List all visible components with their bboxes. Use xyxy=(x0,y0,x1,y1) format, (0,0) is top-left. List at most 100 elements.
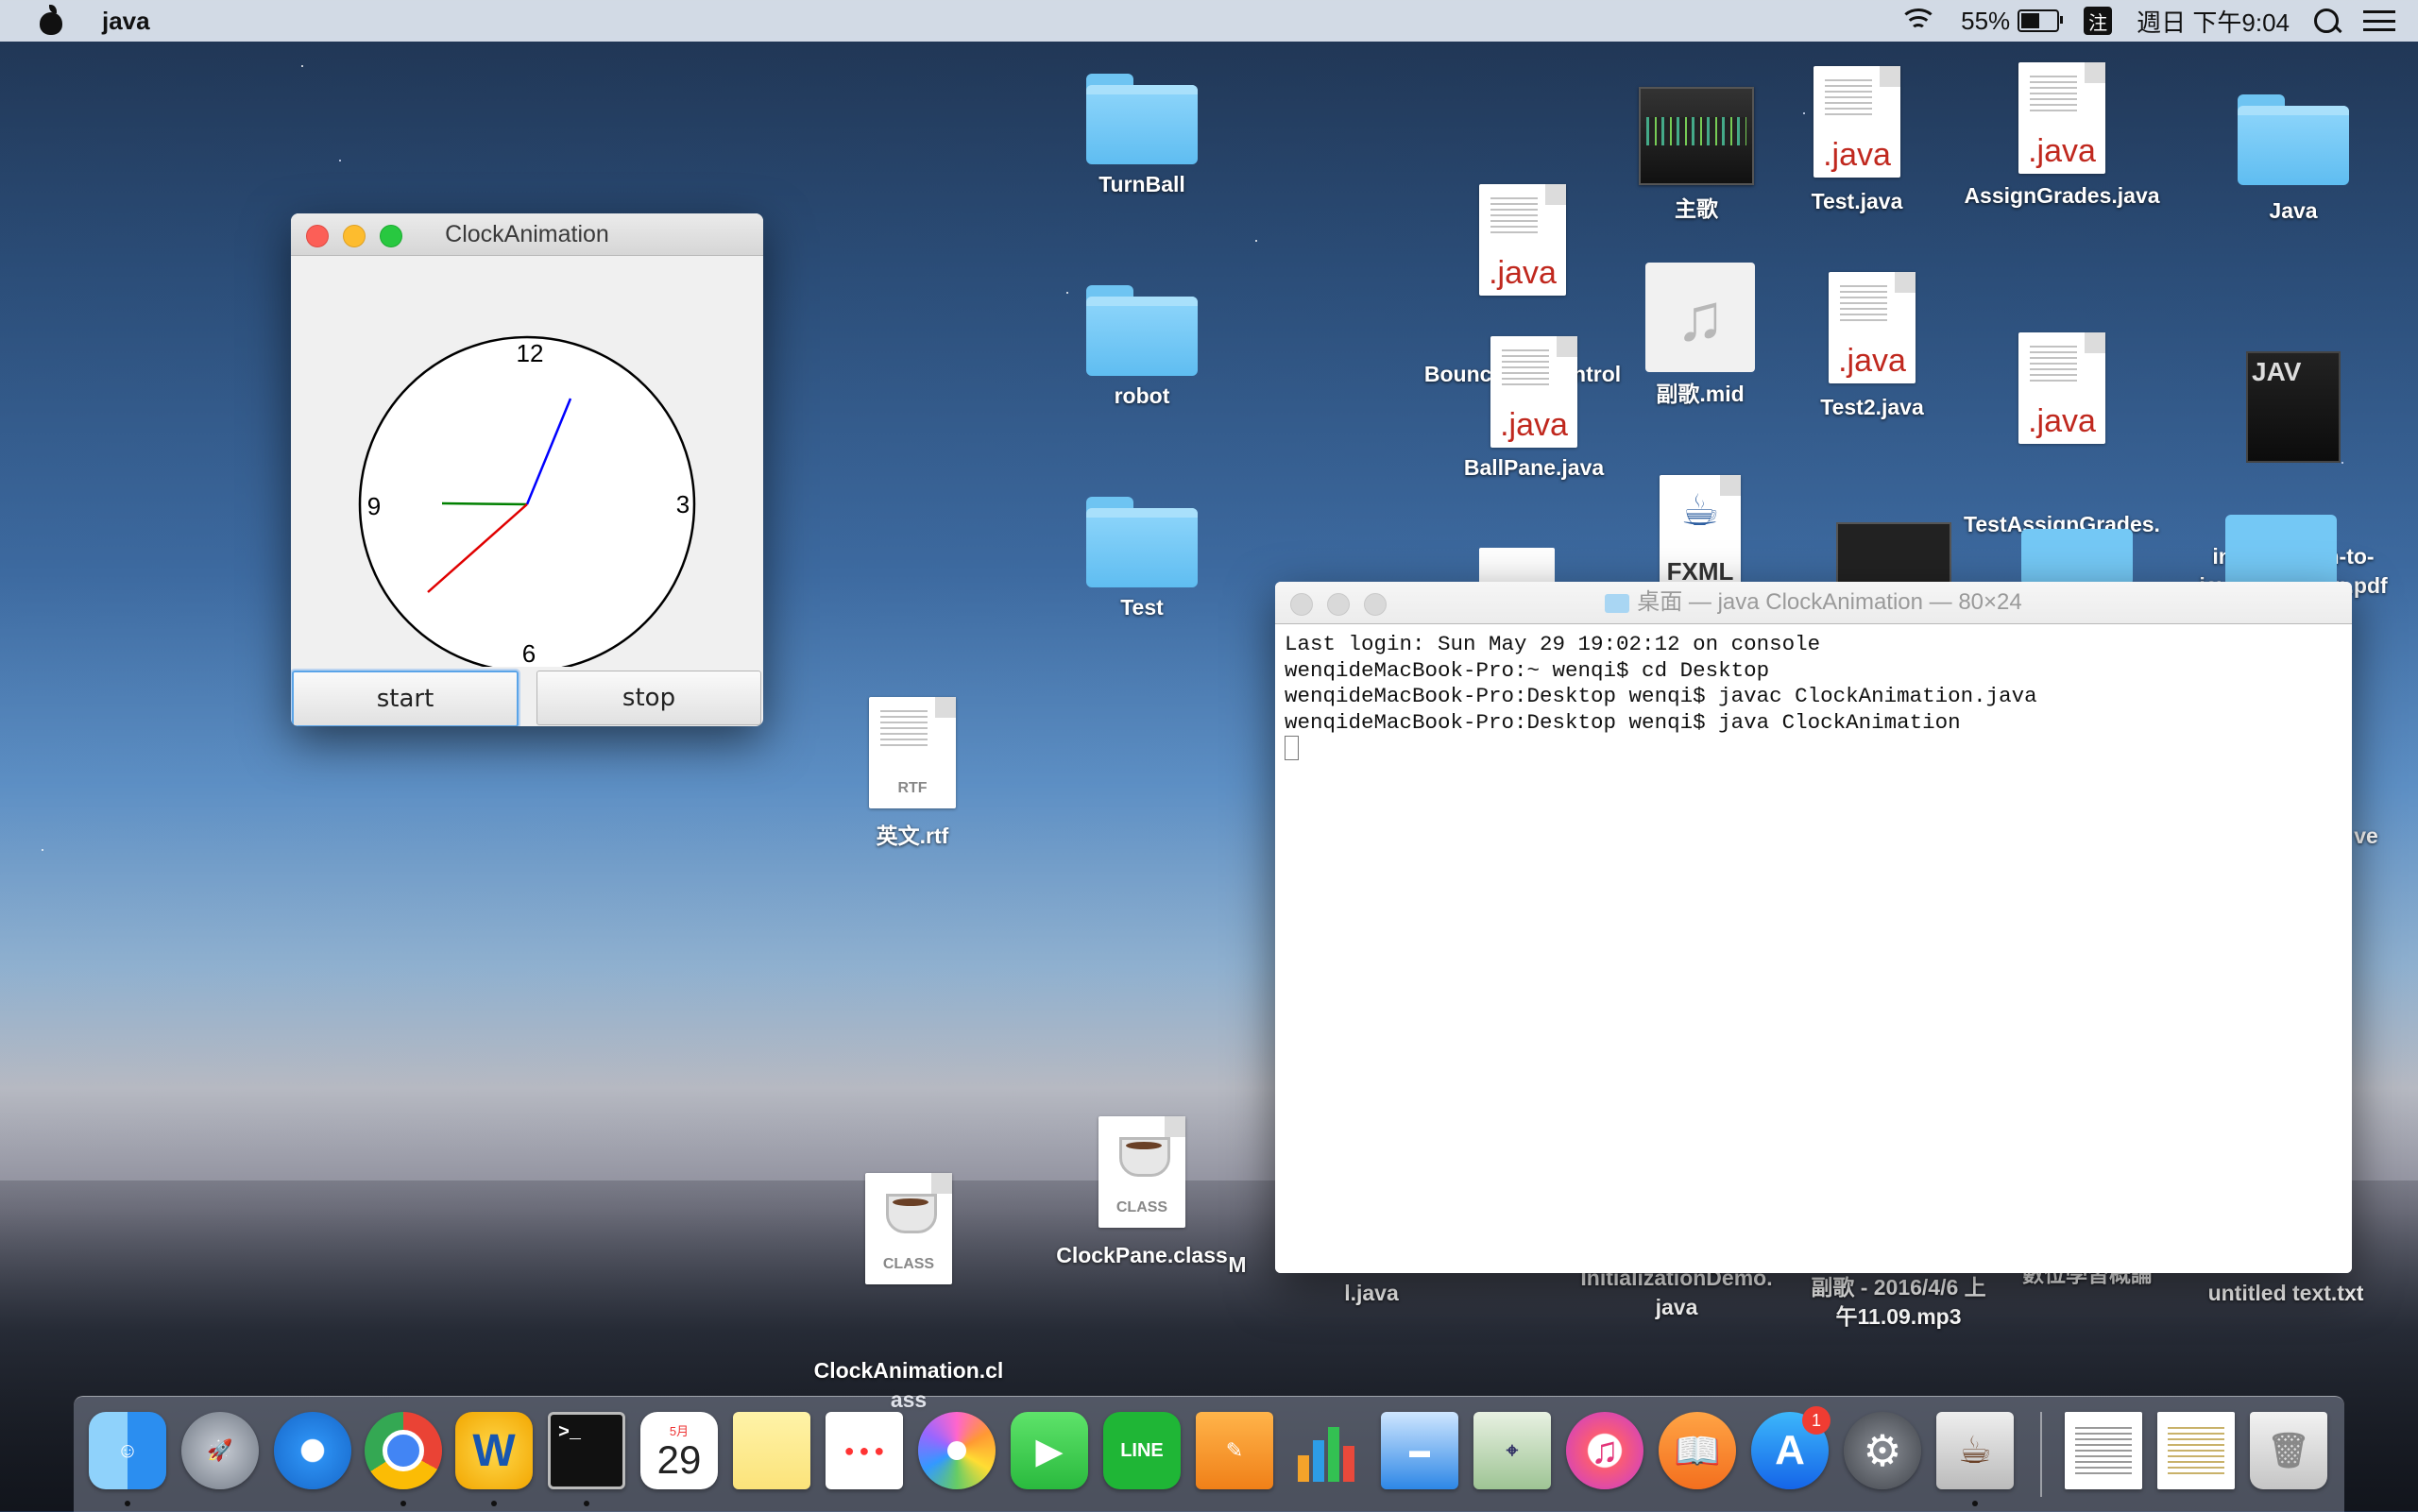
terminal-content[interactable]: Last login: Sun May 29 19:02:12 on conso… xyxy=(1275,624,2352,1273)
music-note-icon: ♫ xyxy=(1645,263,1755,372)
partial-thumbnail-icon[interactable] xyxy=(1836,522,1951,586)
reminders-icon[interactable]: ● ● ● xyxy=(826,1412,903,1489)
pages-icon[interactable]: ✎ xyxy=(1196,1412,1273,1489)
numeral-3: 3 xyxy=(676,490,690,518)
folder-icon xyxy=(1605,593,1630,613)
eclipse-w-icon[interactable]: W xyxy=(455,1412,533,1489)
desktop-file-untitled-text[interactable]: untitled text.txt xyxy=(2182,1279,2390,1308)
pdf-book-cover-icon: JAV xyxy=(2246,351,2341,463)
icon-label: Test xyxy=(1120,595,1164,620)
line-app-icon[interactable]: LINE xyxy=(1103,1412,1181,1489)
partial-label-m[interactable]: M xyxy=(1190,1250,1285,1280)
app-store-badge: 1 xyxy=(1802,1406,1831,1435)
battery-percent: 55% xyxy=(1961,6,2011,35)
java-file-icon: .java xyxy=(1490,336,1577,448)
running-indicator xyxy=(400,1501,406,1506)
partial-label-ljava[interactable]: l.java xyxy=(1268,1279,1475,1308)
running-indicator xyxy=(125,1501,130,1506)
desktop-file-test2-java[interactable]: .java Test2.java xyxy=(1768,272,1976,422)
terminal-titlebar[interactable]: 桌面 — java ClockAnimation — 80×24 xyxy=(1275,582,2352,624)
dock: ☺ 🚀 W >_ 5月 29 ● ● ● ▶ LINE ✎ ▬ ⌖ ♫ 📖 A … xyxy=(74,1396,2344,1512)
desktop-file-fxml[interactable]: ☕ FXML xyxy=(1596,475,1804,586)
maps-icon[interactable]: ⌖ xyxy=(1473,1412,1551,1489)
running-indicator xyxy=(584,1501,589,1506)
dock-window-thumbnail-2[interactable] xyxy=(2157,1412,2235,1489)
close-button[interactable] xyxy=(306,225,329,247)
terminal-app-icon[interactable]: >_ xyxy=(548,1412,625,1489)
start-button[interactable]: start xyxy=(292,671,519,726)
zoom-button[interactable] xyxy=(1364,593,1387,616)
java-coffee-icon: ☕ FXML xyxy=(1660,475,1741,586)
numeral-9: 9 xyxy=(367,492,381,520)
desktop-file-assigngrades[interactable]: .java AssignGrades.java xyxy=(1958,62,2166,211)
video-thumbnail-icon xyxy=(1639,87,1754,185)
notification-center-icon[interactable] xyxy=(2363,10,2395,31)
minimize-button[interactable] xyxy=(343,225,366,247)
java-file-icon: .java xyxy=(2018,332,2105,444)
dock-separator xyxy=(2040,1412,2042,1497)
calendar-icon[interactable]: 5月 29 xyxy=(640,1412,718,1489)
battery-status[interactable]: 55% xyxy=(1961,6,2064,36)
input-method-icon[interactable]: 注 xyxy=(2084,7,2113,35)
terminal-line: wenqideMacBook-Pro:Desktop wenqi$ javac … xyxy=(1285,684,2037,708)
desktop-file-clockpane-class[interactable]: CLASS ClockPane.class xyxy=(1038,1116,1246,1270)
partial-folder-icon[interactable] xyxy=(2021,529,2133,586)
numeral-6: 6 xyxy=(522,639,536,667)
java-file-icon: .java xyxy=(1814,66,1900,178)
photos-icon[interactable] xyxy=(918,1412,996,1489)
terminal-line: Last login: Sun May 29 19:02:12 on conso… xyxy=(1285,632,1821,656)
desktop-folder-java[interactable]: Java xyxy=(2189,94,2397,226)
numbers-icon[interactable] xyxy=(1288,1412,1366,1489)
icon-label: TurnBall xyxy=(1098,172,1185,196)
terminal-title: 桌面 — java ClockAnimation — 80×24 xyxy=(1637,589,2022,615)
itunes-icon[interactable]: ♫ xyxy=(1566,1412,1643,1489)
notes-icon[interactable] xyxy=(733,1412,810,1489)
close-button[interactable] xyxy=(1290,593,1313,616)
desktop-file-clockanimation-class[interactable]: CLASS ClockAnimation.cl ass xyxy=(805,1114,1013,1444)
app-menu-name[interactable]: java xyxy=(102,7,150,36)
window-titlebar[interactable]: ClockAnimation xyxy=(291,213,763,256)
icon-label: AssignGrades.java xyxy=(1964,183,2160,208)
trash-icon[interactable]: 🗑 xyxy=(2250,1412,2327,1489)
terminal-line: wenqideMacBook-Pro:~ wenqi$ cd Desktop xyxy=(1285,657,1770,683)
desktop-folder-test[interactable]: Test xyxy=(1038,497,1246,622)
spotlight-search-icon[interactable] xyxy=(2314,8,2339,33)
chrome-icon[interactable] xyxy=(365,1412,442,1489)
dock-window-thumbnail-1[interactable] xyxy=(2065,1412,2142,1489)
numeral-12: 12 xyxy=(517,339,544,367)
desktop-folder-turnball[interactable]: TurnBall xyxy=(1038,74,1246,199)
menubar-clock[interactable]: 週日 下午9:04 xyxy=(2137,4,2290,39)
minimize-button[interactable] xyxy=(1327,593,1350,616)
rtf-file-icon: RTF xyxy=(869,697,956,808)
zoom-button[interactable] xyxy=(380,225,402,247)
finder-icon[interactable]: ☺ xyxy=(89,1412,166,1489)
wifi-icon[interactable] xyxy=(1899,8,1938,33)
icon-label: 英文.rtf xyxy=(876,824,949,848)
clock-face: 12 3 6 9 xyxy=(358,335,696,667)
icon-label: Test.java xyxy=(1811,189,1903,213)
launchpad-icon[interactable]: 🚀 xyxy=(181,1412,259,1489)
stop-button[interactable]: stop xyxy=(536,671,761,725)
running-indicator xyxy=(1972,1501,1978,1506)
java-file-icon: .java xyxy=(1829,272,1916,383)
keynote-icon[interactable]: ▬ xyxy=(1381,1412,1458,1489)
ibooks-icon[interactable]: 📖 xyxy=(1659,1412,1736,1489)
system-preferences-icon[interactable]: ⚙ xyxy=(1844,1412,1921,1489)
icon-label: robot xyxy=(1114,383,1170,408)
desktop-file-yingwen-rtf[interactable]: RTF 英文.rtf xyxy=(809,697,1016,851)
java-launcher-icon[interactable]: ☕ xyxy=(1936,1412,2014,1489)
icon-label: Java xyxy=(2269,198,2318,223)
partial-folder-icon-2[interactable] xyxy=(2225,515,2337,586)
terminal-cursor xyxy=(1285,736,1299,761)
facetime-icon[interactable]: ▶ xyxy=(1011,1412,1088,1489)
battery-icon xyxy=(2018,9,2064,32)
desktop-file-test-java[interactable]: .java Test.java xyxy=(1753,66,1961,216)
hour-hand xyxy=(441,501,528,506)
partial-file-icon[interactable] xyxy=(1479,548,1555,586)
safari-icon[interactable] xyxy=(274,1412,351,1489)
class-file-icon: CLASS xyxy=(865,1173,952,1284)
desktop-folder-robot[interactable]: robot xyxy=(1038,285,1246,411)
java-file-icon: .java xyxy=(1479,184,1566,296)
apple-menu-icon[interactable] xyxy=(36,5,64,37)
folder-icon xyxy=(1086,285,1198,376)
